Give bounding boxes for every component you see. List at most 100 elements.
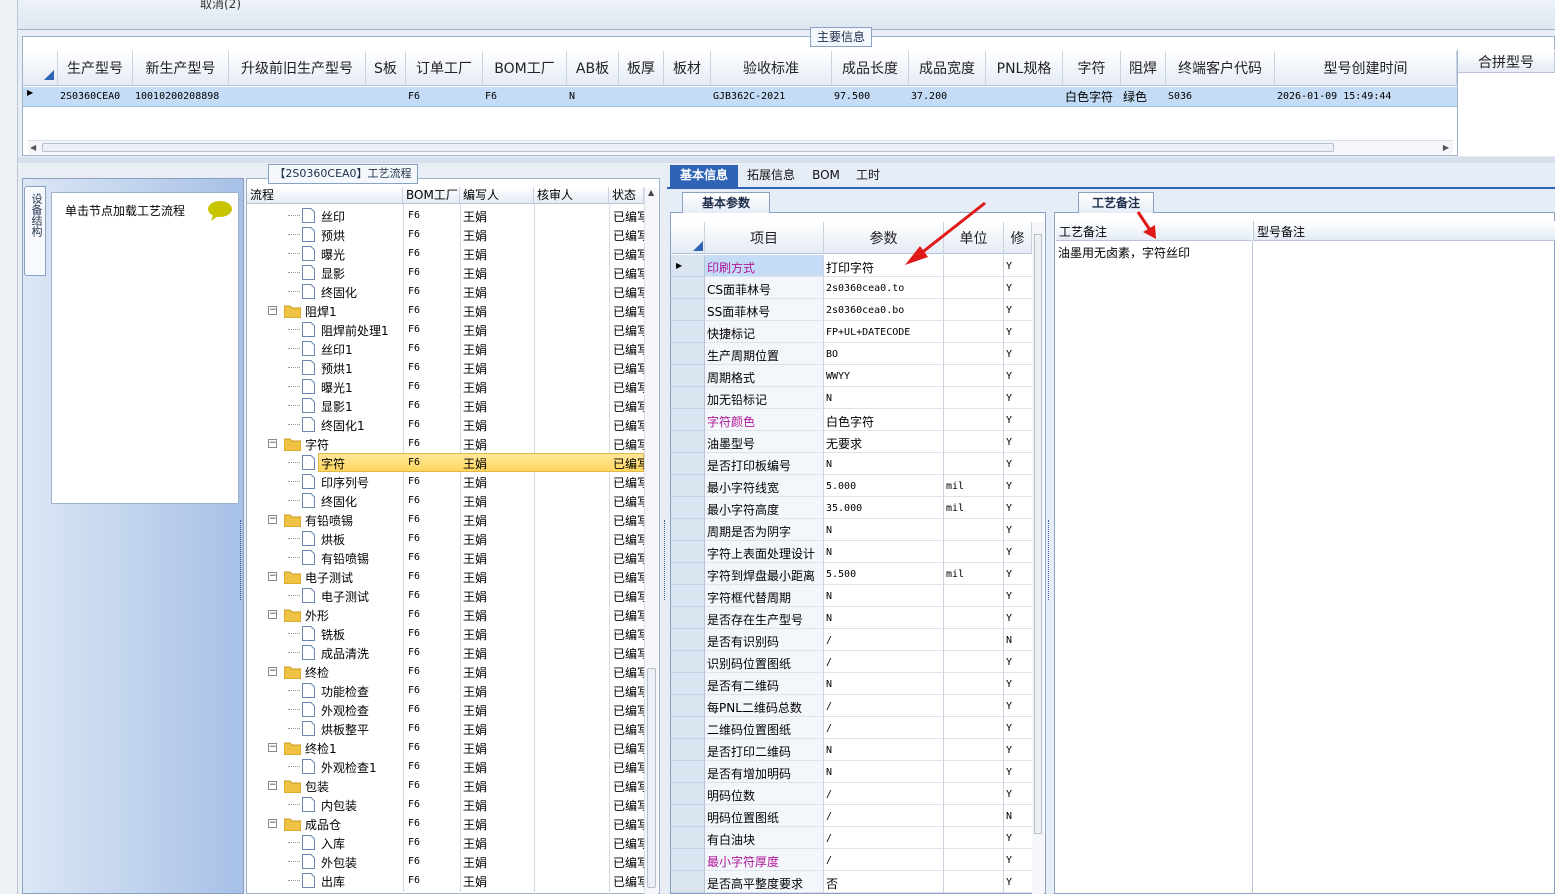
flow-node-label[interactable]: 显影 bbox=[321, 265, 345, 282]
param-value[interactable]: / bbox=[826, 855, 832, 866]
param-value-cell[interactable] bbox=[824, 849, 944, 871]
tab-2[interactable]: BOM bbox=[806, 165, 846, 187]
param-mod[interactable]: Y bbox=[1006, 349, 1012, 360]
param-value[interactable]: N bbox=[826, 459, 832, 470]
collapse-toggle-icon[interactable]: − bbox=[268, 572, 277, 581]
param-value-cell[interactable] bbox=[824, 343, 944, 365]
params-row-header[interactable] bbox=[671, 321, 705, 343]
cancel-label[interactable]: 取消(2) bbox=[200, 0, 241, 12]
main-hscroll-thumb[interactable] bbox=[42, 143, 1334, 152]
main-col-header[interactable]: AB板 bbox=[567, 51, 619, 86]
main-row-cell[interactable] bbox=[666, 89, 710, 105]
param-mod[interactable]: Y bbox=[1006, 283, 1012, 294]
params-row-header[interactable] bbox=[671, 871, 705, 893]
param-value[interactable]: / bbox=[826, 701, 832, 712]
left-splitter[interactable] bbox=[240, 520, 244, 600]
flow-node-label[interactable]: 印序列号 bbox=[321, 474, 369, 491]
param-mod[interactable]: Y bbox=[1006, 481, 1012, 492]
flow-node-label[interactable]: 终固化1 bbox=[321, 417, 365, 434]
main-col-header[interactable]: 板厚 bbox=[619, 51, 664, 86]
param-value[interactable]: N bbox=[826, 613, 832, 624]
main-col-header[interactable]: 阻焊 bbox=[1121, 51, 1166, 86]
param-mod[interactable]: Y bbox=[1006, 877, 1012, 888]
param-mod[interactable]: Y bbox=[1006, 569, 1012, 580]
param-value[interactable]: N bbox=[826, 591, 832, 602]
params-row-header[interactable] bbox=[671, 277, 705, 299]
flow-node-label[interactable]: 包装 bbox=[305, 778, 329, 795]
param-mod[interactable]: Y bbox=[1006, 613, 1012, 624]
param-value[interactable]: 无要求 bbox=[826, 435, 862, 452]
param-value[interactable]: / bbox=[826, 635, 832, 646]
param-value-cell[interactable] bbox=[824, 453, 944, 475]
collapse-toggle-icon[interactable]: − bbox=[268, 306, 277, 315]
flow-node-label[interactable]: 丝印 bbox=[321, 208, 345, 225]
flow-node-label[interactable]: 预烘 bbox=[321, 227, 345, 244]
params-row-header[interactable] bbox=[671, 629, 705, 651]
params-row-header[interactable] bbox=[671, 299, 705, 321]
flow-node-label[interactable]: 电子测试 bbox=[305, 569, 353, 586]
flow-node-label[interactable]: 终检1 bbox=[305, 740, 337, 757]
flow-node-label[interactable]: 入库 bbox=[321, 835, 345, 852]
params-row-header[interactable] bbox=[671, 673, 705, 695]
params-row-header[interactable] bbox=[671, 607, 705, 629]
param-value[interactable]: N bbox=[826, 525, 832, 536]
param-mod[interactable]: Y bbox=[1006, 789, 1012, 800]
param-value[interactable]: / bbox=[826, 723, 832, 734]
param-value-cell[interactable] bbox=[824, 871, 944, 893]
params-row-header[interactable] bbox=[671, 761, 705, 783]
param-value[interactable]: BO bbox=[826, 349, 838, 360]
params-row-header[interactable] bbox=[671, 849, 705, 871]
flow-node-label[interactable]: 字符 bbox=[321, 455, 345, 472]
param-value[interactable]: N bbox=[826, 547, 832, 558]
param-value[interactable]: 2s0360cea0.bo bbox=[826, 305, 904, 316]
param-mod[interactable]: Y bbox=[1006, 327, 1012, 338]
main-row-cell[interactable]: 白色字符 bbox=[1065, 89, 1120, 105]
param-value[interactable]: N bbox=[826, 393, 832, 404]
main-col-header[interactable]: 生产型号 bbox=[58, 51, 133, 86]
flow-node-label[interactable]: 铣板 bbox=[321, 626, 345, 643]
param-mod[interactable]: Y bbox=[1006, 745, 1012, 756]
main-row-cell[interactable] bbox=[621, 89, 663, 105]
params-section-tab[interactable]: 基本参数 bbox=[682, 192, 770, 213]
params-row-header[interactable] bbox=[671, 409, 705, 431]
param-mod[interactable]: Y bbox=[1006, 437, 1012, 448]
main-row-cell[interactable]: F6 bbox=[408, 89, 482, 105]
main-col-header[interactable]: 验收标准 bbox=[711, 51, 832, 86]
param-mod[interactable]: Y bbox=[1006, 591, 1012, 602]
main-col-header[interactable]: 成品宽度 bbox=[909, 51, 986, 86]
main-col-header[interactable]: 成品长度 bbox=[832, 51, 909, 86]
param-value-cell[interactable] bbox=[824, 739, 944, 761]
main-row-cell[interactable]: 37.200 bbox=[911, 89, 985, 105]
flow-node-label[interactable]: 外形 bbox=[305, 607, 329, 624]
param-value-cell[interactable] bbox=[824, 607, 944, 629]
flow-node-label[interactable]: 成品仓 bbox=[305, 816, 341, 833]
flow-node-label[interactable]: 电子测试 bbox=[321, 588, 369, 605]
flow-node-label[interactable]: 终检 bbox=[305, 664, 329, 681]
flow-node-label[interactable]: 外观检查 bbox=[321, 702, 369, 719]
params-row-header[interactable] bbox=[671, 343, 705, 365]
param-value[interactable]: / bbox=[826, 657, 832, 668]
param-value-cell[interactable] bbox=[824, 761, 944, 783]
main-row-cell[interactable] bbox=[231, 89, 365, 105]
param-mod[interactable]: Y bbox=[1006, 855, 1012, 866]
flow-node-label[interactable]: 预烘1 bbox=[321, 360, 353, 377]
main-col-header[interactable]: PNL规格 bbox=[986, 51, 1063, 86]
params-row-header[interactable] bbox=[671, 431, 705, 453]
flow-col-header[interactable]: BOM工厂 bbox=[403, 187, 460, 204]
main-row-cell[interactable]: F6 bbox=[485, 89, 566, 105]
param-value-cell[interactable] bbox=[824, 827, 944, 849]
param-value[interactable]: 白色字符 bbox=[826, 413, 874, 430]
tab-0[interactable]: 基本信息 bbox=[670, 165, 738, 187]
param-mod[interactable]: Y bbox=[1006, 459, 1012, 470]
params-row-header[interactable] bbox=[671, 651, 705, 673]
flow-node-label[interactable]: 曝光 bbox=[321, 246, 345, 263]
param-value-cell[interactable] bbox=[824, 585, 944, 607]
param-mod[interactable]: Y bbox=[1006, 679, 1012, 690]
main-col-header[interactable]: BOM工厂 bbox=[483, 51, 567, 86]
scroll-left-arrow[interactable]: ◀ bbox=[30, 143, 36, 152]
main-col-header[interactable]: 订单工厂 bbox=[406, 51, 483, 86]
param-mod[interactable]: Y bbox=[1006, 393, 1012, 404]
flow-node-label[interactable]: 终固化 bbox=[321, 493, 357, 510]
scroll-right-arrow[interactable]: ▶ bbox=[1443, 143, 1449, 152]
main-col-header[interactable]: 字符 bbox=[1063, 51, 1121, 86]
